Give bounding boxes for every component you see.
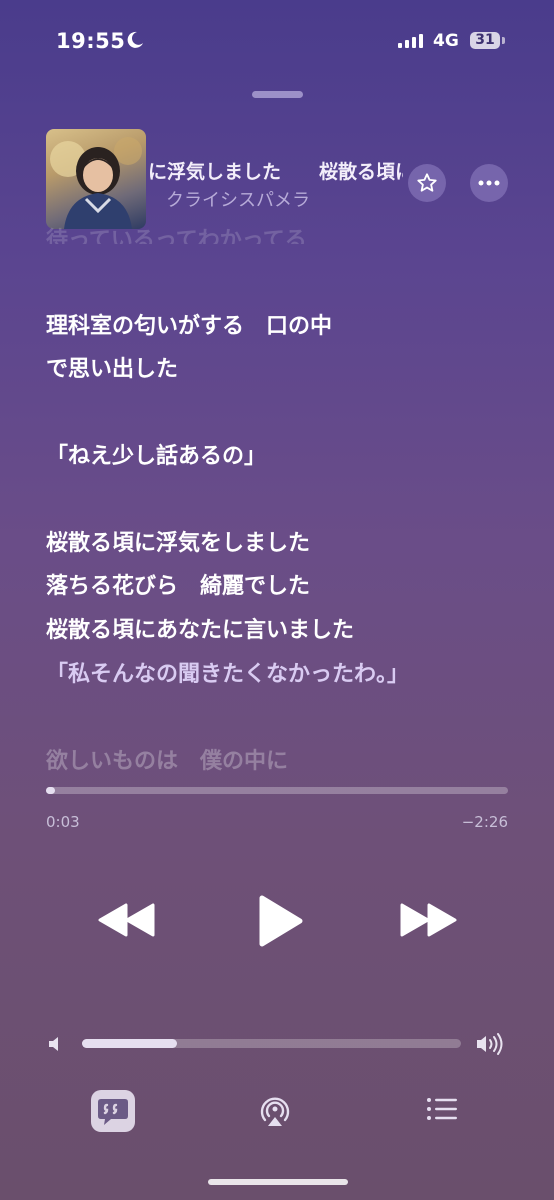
lyric-line[interactable]: 桜散る頃にあなたに言いました <box>46 612 354 644</box>
lyrics-icon <box>98 1099 128 1125</box>
lyric-line-upcoming[interactable]: 欲しいものは 僕の中に <box>46 743 288 775</box>
lyrics-button[interactable] <box>91 1090 135 1132</box>
play-button[interactable] <box>250 890 310 952</box>
forward-button[interactable] <box>396 897 460 943</box>
home-indicator[interactable] <box>208 1179 348 1185</box>
battery-indicator: 31 <box>470 32 500 49</box>
lyric-line[interactable]: 落ちる花びら 綺麗でした <box>46 568 310 600</box>
queue-icon <box>427 1098 457 1120</box>
star-icon <box>417 173 437 192</box>
lyric-line[interactable]: 「私そんなの聞きたくなかったわ。」 <box>46 656 409 688</box>
play-icon <box>259 895 303 947</box>
volume-fill <box>82 1039 177 1048</box>
forward-icon <box>400 903 457 937</box>
lyric-line[interactable]: 理科室の匂いがする 口の中 <box>46 308 332 340</box>
sheet-grabber[interactable] <box>252 91 303 98</box>
lyric-line[interactable]: で思い出した <box>46 351 178 383</box>
progress-fill <box>46 787 56 794</box>
artist-name[interactable]: クライシスパメラ <box>166 186 310 212</box>
moon-icon <box>127 31 143 48</box>
rewind-icon <box>98 903 155 937</box>
elapsed-time: 0:03 <box>46 813 80 831</box>
more-icon <box>478 180 500 186</box>
more-button[interactable] <box>470 164 508 202</box>
lyric-line-previous[interactable]: 待っているってわかってる <box>46 222 307 244</box>
airplay-button[interactable] <box>257 1093 293 1129</box>
volume-low-icon <box>49 1037 58 1051</box>
volume-slider[interactable] <box>82 1039 461 1048</box>
lyric-line[interactable]: 桜散る頃に浮気をしました <box>46 525 310 557</box>
album-art-image <box>50 137 142 229</box>
song-title[interactable]: に浮気しました 桜散る頃に浮気しました <box>148 157 403 184</box>
volume-high-icon <box>477 1033 503 1055</box>
progress-slider[interactable] <box>46 787 508 794</box>
album-art[interactable] <box>46 129 146 229</box>
rewind-button[interactable] <box>95 897 159 943</box>
remaining-time: −2:26 <box>461 813 508 831</box>
signal-icon <box>398 34 423 48</box>
queue-button[interactable] <box>424 1095 460 1125</box>
lyric-line[interactable]: 「ねえ少し話あるの」 <box>46 438 266 470</box>
favorite-button[interactable] <box>408 164 446 202</box>
airplay-icon <box>260 1097 290 1126</box>
network-label: 4G <box>433 31 459 51</box>
status-time: 19:55 <box>56 29 126 53</box>
battery-tip <box>502 37 505 44</box>
